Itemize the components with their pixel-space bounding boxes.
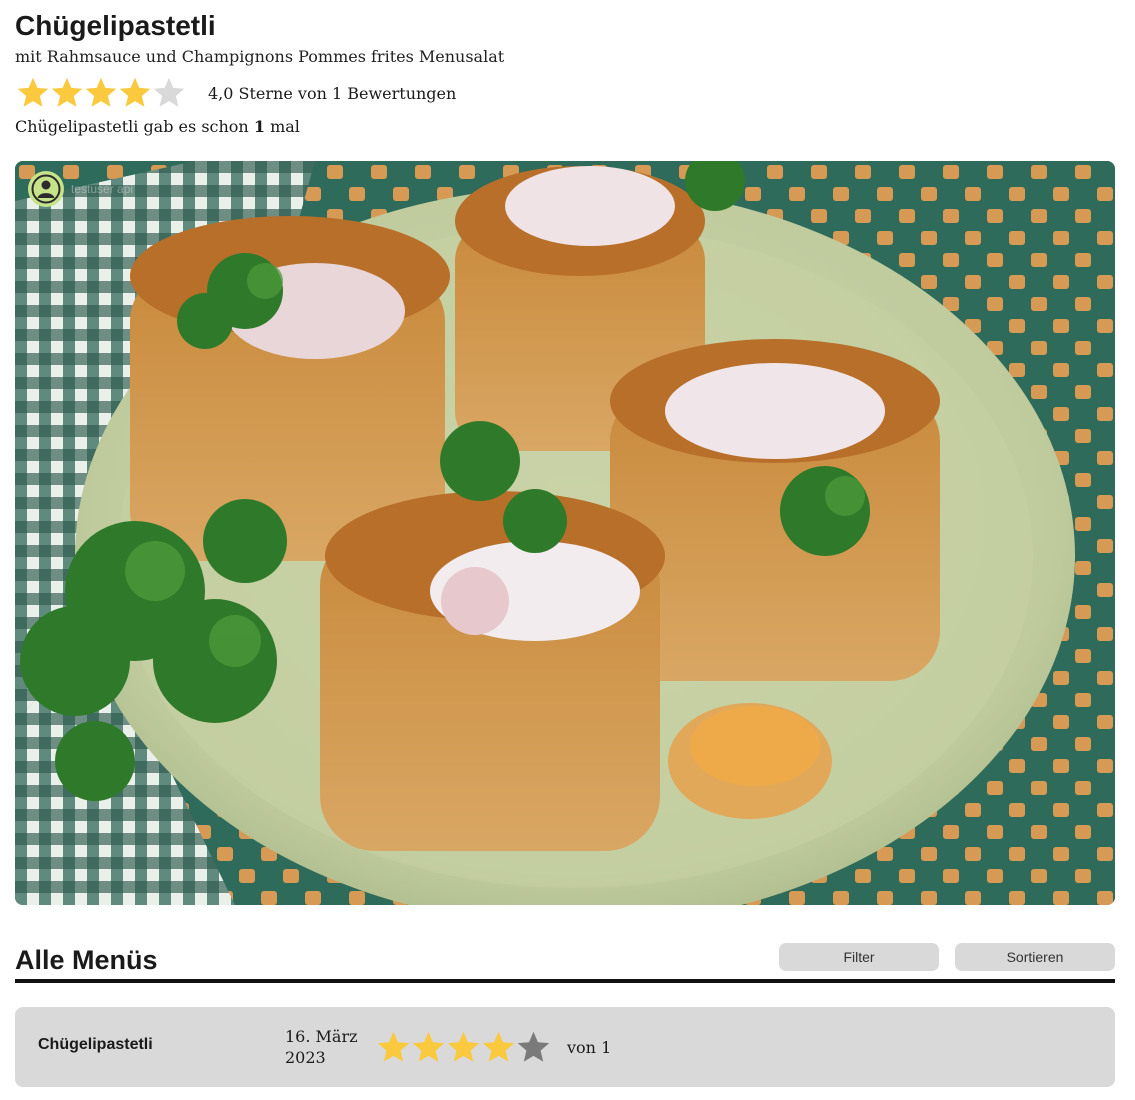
all-menus-title: Alle Menüs xyxy=(15,945,158,975)
star-filled-icon xyxy=(377,1031,410,1062)
star-filled-icon xyxy=(447,1031,480,1062)
photo-credit-text: testuser api xyxy=(71,182,134,196)
section-divider xyxy=(15,979,1115,983)
recipe-photo: testuser api xyxy=(15,161,1115,905)
served-count-suffix: mal xyxy=(270,117,300,136)
star-filled-icon xyxy=(412,1031,445,1062)
rating-text: 4,0 Sterne von 1 Bewertungen xyxy=(208,83,457,103)
food-illustration xyxy=(15,161,1115,905)
star-filled-icon[interactable] xyxy=(15,75,51,111)
menu-vote-count: von 1 xyxy=(567,1038,612,1057)
recipe-subtitle: mit Rahmsauce und Champignons Pommes fri… xyxy=(15,47,505,66)
photo-credit[interactable]: testuser api xyxy=(27,170,133,208)
star-filled-icon[interactable] xyxy=(83,75,119,111)
filter-button[interactable]: Filter xyxy=(779,943,939,971)
menu-rating-stars xyxy=(375,1029,550,1066)
served-count-line: Chügelipastetli gab es schon 1 mal xyxy=(15,116,300,138)
rating-summary: 4,0 Sterne von 1 Bewertungen xyxy=(15,74,456,112)
rating-stars[interactable] xyxy=(15,75,185,111)
menu-date-day: 16. März xyxy=(285,1027,358,1046)
menu-date: 16. März 2023 xyxy=(285,1026,358,1068)
all-menus-header: Alle Menüs Filter Sortieren xyxy=(15,940,1115,984)
menu-date-year: 2023 xyxy=(285,1048,326,1067)
user-circle-icon xyxy=(28,171,64,207)
star-filled-icon[interactable] xyxy=(49,75,85,111)
menu-name: Chügelipastetli xyxy=(38,1036,153,1053)
sort-button[interactable]: Sortieren xyxy=(955,943,1115,971)
star-empty-icon[interactable] xyxy=(151,75,187,111)
served-count-prefix: Chügelipastetli gab es schon xyxy=(15,117,249,136)
menu-list-item[interactable]: Chügelipastetli 16. März 2023 von 1 xyxy=(15,1007,1115,1087)
served-count-value: 1 xyxy=(253,117,265,136)
star-filled-icon xyxy=(482,1031,515,1062)
star-empty-icon xyxy=(517,1031,550,1062)
page-title: Chügelipastetli xyxy=(15,10,216,41)
star-filled-icon[interactable] xyxy=(117,75,153,111)
